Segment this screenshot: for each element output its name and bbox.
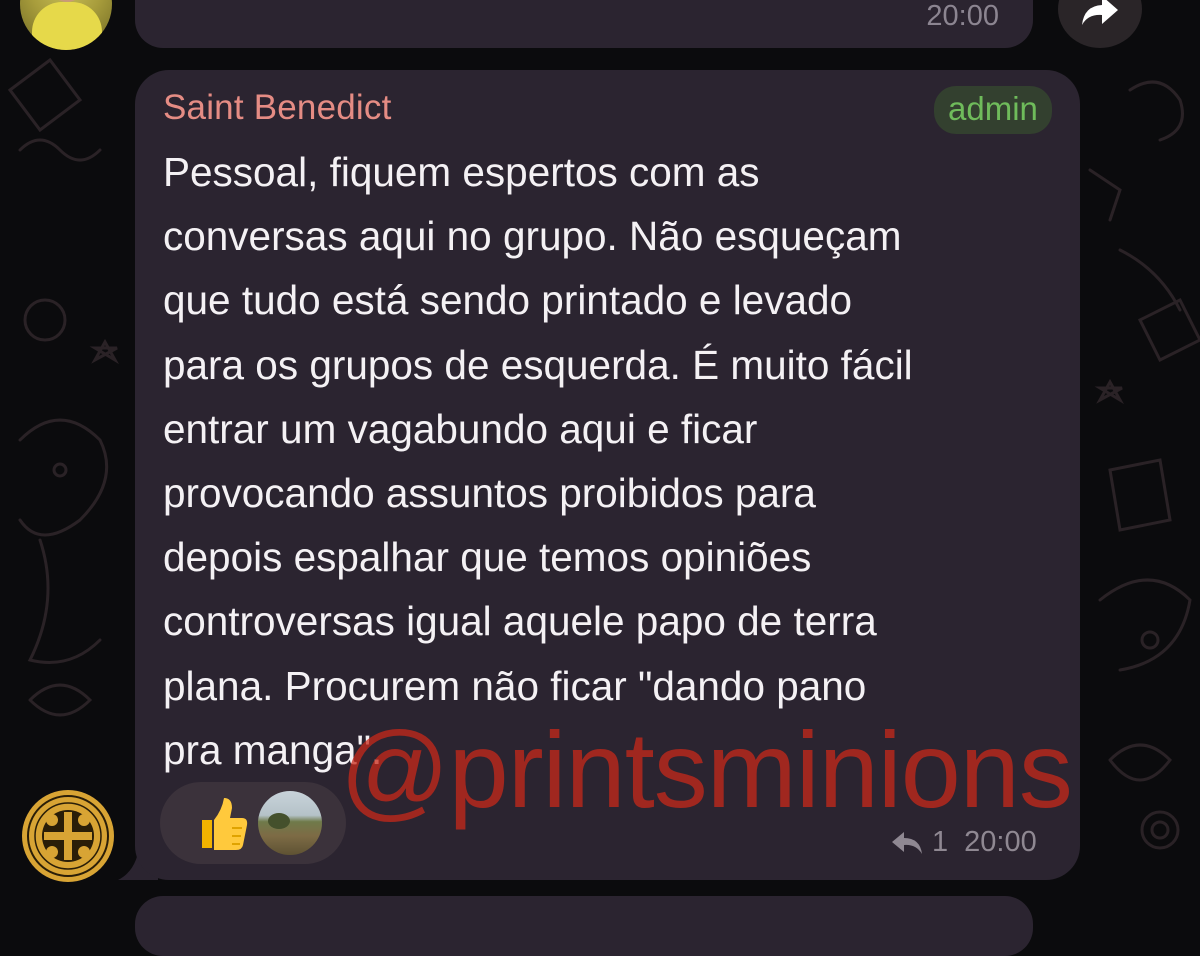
previous-message-bubble[interactable]: 20:00 (135, 0, 1033, 48)
reply-arrow-icon (892, 831, 922, 854)
sender-name[interactable]: Saint Benedict (163, 88, 392, 128)
forward-arrow-icon (1082, 0, 1118, 25)
saint-benedict-medal-icon (24, 792, 112, 880)
sender-avatar-previous[interactable] (20, 0, 112, 50)
reply-count[interactable]: 1 (932, 826, 948, 859)
message-line: Pessoal, fiquem espertos com as (163, 149, 760, 195)
message-text: Pessoal, fiquem espertos com as conversa… (163, 140, 1063, 782)
avatar-tree (268, 813, 290, 829)
message-time: 20:00 (964, 826, 1037, 858)
message-line: controversas igual aquele papo de terra (163, 598, 877, 645)
previous-message-time: 20:00 (926, 0, 999, 32)
next-message-bubble[interactable] (135, 896, 1033, 956)
sender-avatar[interactable] (22, 790, 114, 882)
reactor-avatar[interactable] (258, 791, 322, 855)
message-line: entrar um vagabundo aqui e ficar (163, 405, 758, 452)
message-line: conversas aqui no grupo. Não esqueçam (163, 213, 902, 260)
message-line: que tudo está sendo printado e levado (163, 277, 853, 324)
message-line: provocando assuntos proibidos para (163, 470, 816, 517)
reaction-pill[interactable] (160, 782, 346, 864)
message-line: depois espalhar que temos opiniões (163, 534, 812, 581)
admin-badge: admin (934, 86, 1052, 134)
message-line: para os grupos de esquerda. É muito fáci… (163, 341, 913, 388)
avatar-shirt (32, 2, 102, 50)
message-meta: 1 20:00 (890, 826, 1037, 859)
watermark-text: @printsminions (340, 709, 1073, 830)
thumbs-up-icon (202, 798, 248, 850)
